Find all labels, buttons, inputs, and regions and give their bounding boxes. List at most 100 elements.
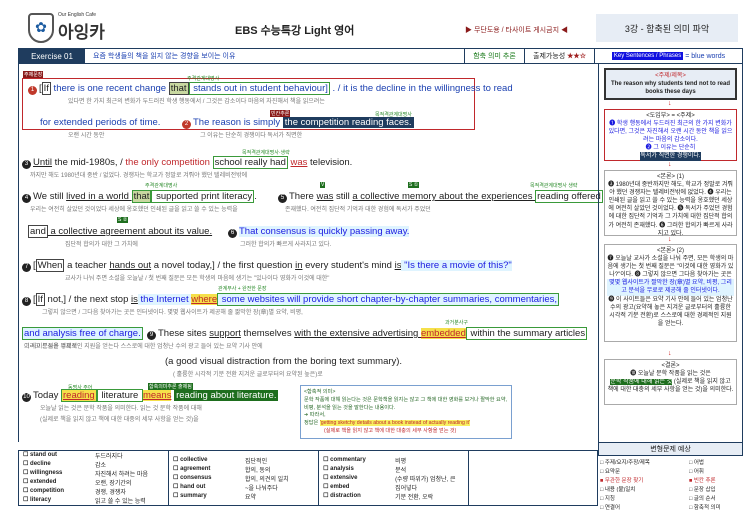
vocab-word[interactable]: ☐ hand out [173, 483, 245, 492]
vocab-term: agreement [180, 465, 211, 472]
vocab-word[interactable]: ☐ consensus [173, 474, 245, 483]
sentence-segment: within the summary articles [465, 327, 588, 340]
prediction-item: □ 요약문 [600, 469, 621, 475]
vocab-word[interactable]: ☐ extensive [323, 474, 395, 483]
sentence-number: 10 [22, 393, 31, 402]
logo: ✿ Our English Cafe 아잉카 [28, 12, 105, 43]
sentence-segment: school really had [212, 156, 288, 169]
sentence-segment: Until [33, 157, 53, 168]
sentence-segment: was [316, 191, 334, 202]
intro-text: ❷ 그 이유는 단순히 [645, 145, 696, 152]
korean-gloss: 있다면 한 가지 최근의 변화가 두드러진 학생 행동에서 / 그것은 감소이다… [68, 99, 325, 105]
body1-box: <본론> (1) ❸ 1980년대 중반까지만 해도, 학교가 정말로 겨뤄야 … [604, 170, 737, 237]
vocab-term: consensus [180, 474, 212, 481]
vocab-term: distraction [330, 492, 361, 499]
prediction-item: □ 어법 [689, 460, 704, 466]
sentence-segment: That consensus is quickly passing away. [239, 226, 410, 237]
sentence-segment: the only competition [125, 157, 213, 168]
sentence-number: 2 [182, 120, 191, 129]
sentence-segment: support [209, 328, 241, 339]
sentence-segment: some websites will provide short chapter… [217, 293, 560, 306]
vocab-word[interactable]: ☐ willingness [23, 469, 95, 478]
arrow-down-icon: ↓ [668, 236, 672, 243]
vocab-word[interactable]: ☐ collective [173, 456, 245, 465]
korean-gloss: 존재했다. 여전히 집단적 기억과 대한 경험에 독서가 주었던 [285, 207, 431, 213]
sentence-number: 1 [28, 86, 37, 95]
vocab-meaning: 감소 [95, 463, 107, 469]
exercise-header: Exercise 01 요즘 학생들의 책을 읽지 않는 경향을 보이는 이유 … [18, 48, 743, 64]
korean-gloss: 까지만 해도 1980년대 중반 / 없었다. 경쟁자는 학교가 정말로 겨뤄야… [30, 173, 248, 179]
body2-highlight: 몇몇 웹사이트가 짤막한 장(章)별 요약, 비평, 그리고 분석을 무료로 제… [607, 279, 734, 296]
vocab-word[interactable]: ☐ agreement [173, 465, 245, 474]
sentence-segment: there is one recent change [50, 83, 169, 94]
vocab-word[interactable]: ☐ analysis [323, 465, 395, 474]
sentence-segment: for extended periods of time. [40, 117, 161, 128]
shield-logo-icon: ✿ [28, 12, 54, 43]
vocab-term: commentary [330, 456, 366, 463]
vocab-term: willingness [30, 470, 63, 476]
sentence-segment: the competition reading faces. [282, 117, 414, 128]
korean-gloss: 그 이유는 단순히 경쟁이다 독서가 직면한 [200, 133, 303, 139]
sentence-segment: and analysis free of charge. [22, 327, 143, 340]
prediction-item: □ 글의 순서 [689, 496, 716, 502]
checkbox-icon[interactable]: ☐ [23, 470, 30, 476]
subject-tag: S ② [117, 217, 129, 223]
vocab-word[interactable]: ☐ literacy [23, 496, 95, 505]
checkbox-icon[interactable]: ☐ [23, 461, 30, 467]
sentence-line: 10 Today reading literature means reading… [22, 389, 279, 402]
sentence-line: and analysis free of charge. [22, 327, 143, 340]
vocab-word[interactable]: ☐ decline [23, 460, 95, 469]
korean-gloss: 이 사이트들은 경제적인 지원을 얻는다 스스로에 대한 엄청난 수의 광고 들… [24, 344, 263, 350]
prediction-item: □ 어휘 [689, 469, 704, 475]
prediction-item: □ 내용 (불)일치 [600, 487, 636, 493]
vocab-word[interactable]: ☐ competition [23, 487, 95, 496]
grammar-label: 주격관계대명사 [187, 76, 220, 82]
sentence-segment: with the extensive advertising [294, 328, 421, 339]
sentence-number: 4 [22, 194, 31, 203]
sentence-line: 9 These sites support themselves with the… [147, 327, 588, 340]
sentence-segment: the mid-1980s, / [52, 157, 126, 168]
sentence-segment: means [142, 390, 172, 401]
arrow-down-icon: ↓ [668, 100, 672, 107]
vocab-word[interactable]: ☐ extended [23, 478, 95, 487]
vocab-word[interactable]: ☐ embed [323, 483, 395, 492]
sentence-number: 8 [22, 297, 31, 306]
vocab-column [469, 451, 597, 505]
checkbox-icon[interactable]: ☐ [23, 497, 30, 503]
vocab-meaning: 두드러지다 [95, 454, 123, 460]
vocab-term: summary [180, 492, 207, 499]
arrow-down-icon: ↓ [668, 350, 672, 357]
vocab-meaning: 집어넣다 [395, 485, 418, 492]
vocab-word[interactable]: ☐ summary [173, 492, 245, 501]
sentence-number: 3 [22, 160, 31, 169]
implied-meaning-note: <함축적 의미> 문학 작품에 대해 읽는다는 것은 문학책을 읽지는 않고 그… [300, 385, 512, 439]
title-box: <주제/제목> The reason why students tend not… [604, 68, 737, 100]
sentence-segment: reading about literature. [174, 390, 279, 401]
sentence-segment: is [131, 294, 138, 305]
intro-box: <도입부> = <주제> ❶ 학생 행동에서 두드러진 최근의 한 가지 변화가… [604, 109, 737, 161]
lesson-title: 3강 - 함축된 의미 파악 [596, 14, 738, 42]
sentence-segment: The reason is simply [193, 117, 283, 128]
question-type: 함축 의미 추론 [465, 49, 525, 63]
checkbox-icon[interactable]: ☐ [23, 452, 30, 458]
vocab-term: competition [30, 488, 65, 494]
checkbox-icon[interactable]: ☐ [23, 479, 30, 485]
sentence-segment: We still [33, 191, 67, 202]
vocab-word[interactable]: ☐ stand out [23, 451, 95, 460]
sentence-segment: was [290, 157, 308, 168]
summary-sidebar: <주제/제목> The reason why students tend not… [598, 64, 743, 442]
intro-text: ❶ 학생 행동에서 두드러진 최근의 한 가지 변화가 있다면, 그것은 자진해… [608, 121, 733, 144]
vocab-word[interactable]: ☐ distraction [323, 492, 395, 501]
sentence-segment: stands out in student behaviour] [188, 82, 330, 95]
sentence-segment: . [254, 191, 257, 202]
vocab-word[interactable]: ☐ commentary [323, 456, 395, 465]
korean-gloss: ( 훌륭한 시각적 기분 전환 지겨운 글로부터의 요약된 높은)로 [173, 372, 323, 378]
sentence-segment: television. [307, 157, 353, 168]
sentence-segment: literature [96, 389, 143, 402]
answer-text: 'getting sketchy details about a book in… [319, 420, 470, 427]
key-legend: Key Sentences / Phrases = blue words [595, 49, 742, 63]
title-head: <주제/제목> [655, 73, 686, 79]
probability-label: 출제가능성 [533, 53, 566, 60]
sentence-segment: a teacher [64, 260, 110, 271]
checkbox-icon[interactable]: ☐ [23, 488, 30, 494]
